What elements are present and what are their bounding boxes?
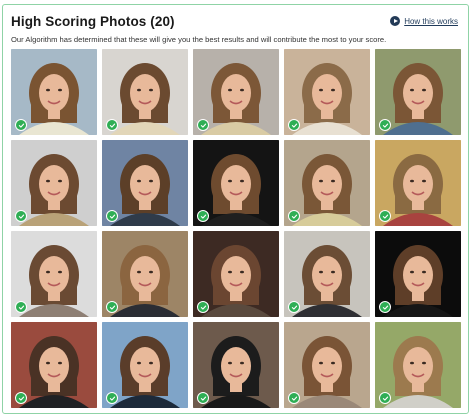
photo-tile[interactable] [284,322,370,408]
check-circle-icon [197,210,209,222]
check-circle-icon [15,119,27,131]
photo-tile[interactable] [284,140,370,226]
check-circle-icon [15,210,27,222]
check-circle-icon [106,119,118,131]
photo-tile[interactable] [193,322,279,408]
photo-tile[interactable] [11,322,97,408]
photo-tile[interactable] [375,140,461,226]
check-circle-icon [379,210,391,222]
photo-tile[interactable] [193,231,279,317]
check-circle-icon [288,392,300,404]
check-circle-icon [106,210,118,222]
check-circle-icon [15,301,27,313]
check-circle-icon [15,392,27,404]
check-circle-icon [288,119,300,131]
check-circle-icon [106,392,118,404]
photo-tile[interactable] [11,140,97,226]
check-circle-icon [106,301,118,313]
check-circle-icon [197,392,209,404]
how-this-works-label: How this works [404,16,458,26]
check-circle-icon [379,119,391,131]
check-circle-icon [379,301,391,313]
photo-tile[interactable] [102,140,188,226]
photo-tile[interactable] [375,231,461,317]
photo-tile[interactable] [102,231,188,317]
photo-tile[interactable] [102,49,188,135]
check-circle-icon [197,301,209,313]
panel-subtitle: Our Algorithm has determined that these … [11,35,387,44]
photo-tile[interactable] [193,140,279,226]
high-scoring-photos-panel: High Scoring Photos (20) How this works … [2,4,469,414]
check-circle-icon [379,392,391,404]
photo-tile[interactable] [375,49,461,135]
how-this-works-link[interactable]: How this works [390,16,458,26]
photo-tile[interactable] [11,49,97,135]
photo-tile[interactable] [284,231,370,317]
check-circle-icon [288,301,300,313]
photo-tile[interactable] [193,49,279,135]
photo-tile[interactable] [284,49,370,135]
photo-tile[interactable] [11,231,97,317]
check-circle-icon [197,119,209,131]
photo-tile[interactable] [102,322,188,408]
panel-title: High Scoring Photos (20) [11,14,175,29]
photo-tile[interactable] [375,322,461,408]
photo-grid [11,49,461,408]
check-circle-icon [288,210,300,222]
play-circle-icon [390,16,401,26]
